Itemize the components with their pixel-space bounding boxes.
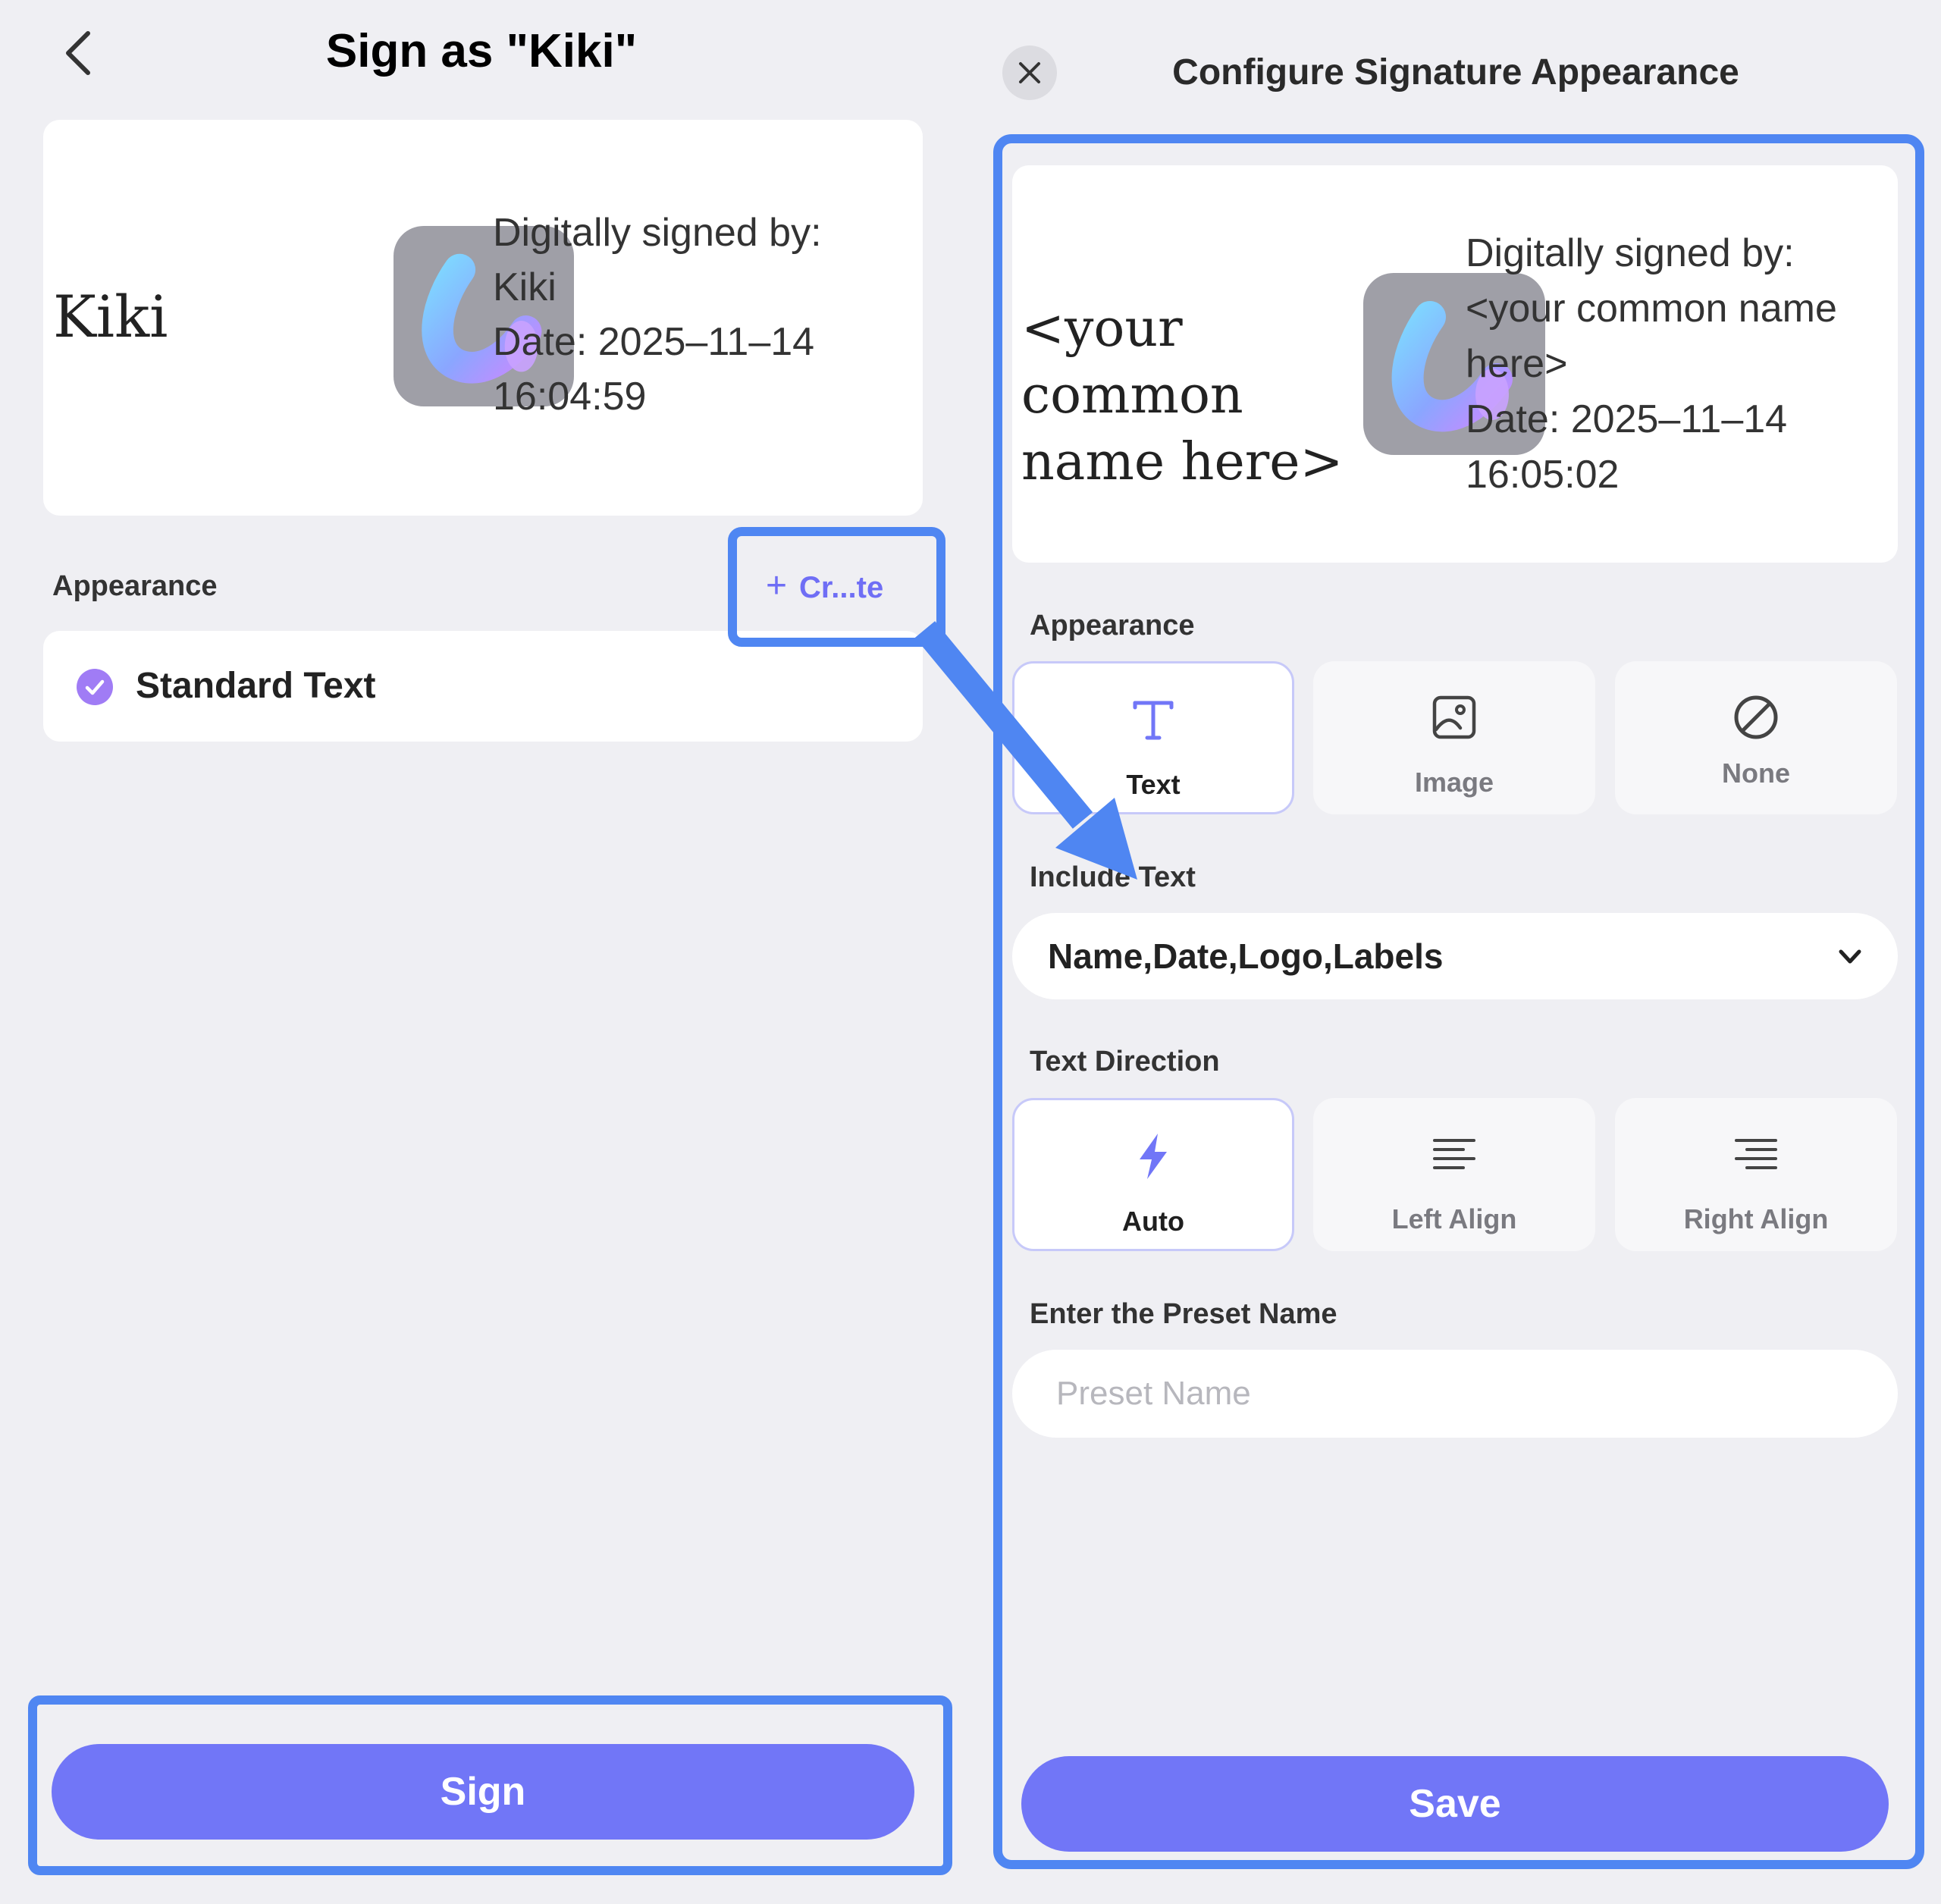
dialog-title: Configure Signature Appearance — [1172, 52, 1739, 93]
appearance-item-standard-text[interactable]: Standard Text — [43, 631, 923, 742]
chevron-left-icon — [66, 31, 90, 75]
signature-info-line: Date: 2025–11–14 — [493, 320, 815, 364]
close-button[interactable] — [1002, 45, 1057, 100]
signature-name: Kiki — [53, 283, 168, 350]
signature-info-line: Digitally signed by: — [493, 211, 822, 255]
signature-info-line: Kiki — [493, 265, 557, 309]
close-icon — [1019, 62, 1040, 83]
check-circle-icon — [77, 669, 113, 705]
signature-info-line: 16:04:59 — [493, 375, 647, 419]
signature-info: Digitally signed by: Kiki Date: 2025–11–… — [493, 205, 917, 424]
signature-preview: Kiki Digitally signed by: Kiki Date: 202… — [43, 120, 923, 516]
highlight-box-create — [728, 527, 945, 647]
highlight-box-config-panel — [993, 134, 1924, 1869]
page-title: Sign as "Kiki" — [325, 25, 638, 77]
highlight-box-sign — [28, 1695, 952, 1875]
appearance-item-label: Standard Text — [136, 666, 376, 706]
appearance-label: Appearance — [52, 570, 218, 602]
back-button[interactable] — [53, 23, 106, 83]
